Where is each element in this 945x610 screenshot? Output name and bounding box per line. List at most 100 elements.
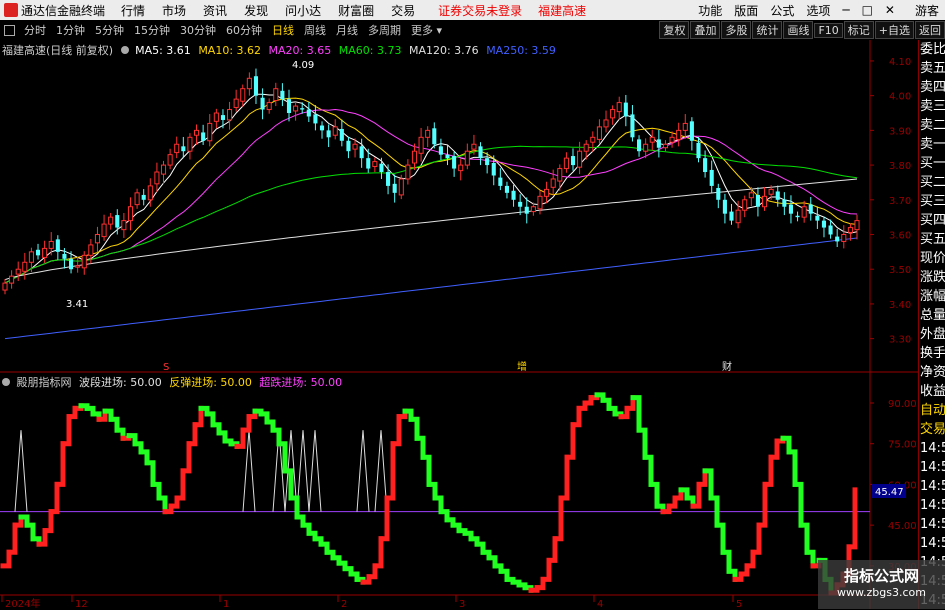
quote-panel-item: 涨幅 bbox=[920, 289, 945, 304]
candle-body bbox=[346, 140, 351, 152]
price-tick-label: 3.40 bbox=[889, 300, 911, 311]
event-mark-increase[interactable]: 增 bbox=[517, 360, 527, 373]
close-icon[interactable]: ✕ bbox=[885, 3, 895, 17]
candle-body bbox=[127, 206, 134, 222]
quote-panel-item: 买三 bbox=[920, 194, 945, 209]
indicator-tick-label: 45.00 bbox=[888, 521, 917, 532]
event-mark-finance[interactable]: 财 bbox=[722, 360, 732, 373]
indicator-menu-icon[interactable] bbox=[120, 46, 129, 54]
menu-item-discover[interactable]: 发现 bbox=[244, 2, 268, 19]
adjust-button[interactable]: 复权 bbox=[659, 21, 690, 39]
price-tick-label: 3.30 bbox=[889, 335, 911, 346]
period-tab-more[interactable]: 更多 ▾ bbox=[409, 22, 444, 38]
candle-body bbox=[623, 102, 628, 117]
restore-icon[interactable]: □ bbox=[862, 3, 873, 17]
quote-panel-item: 自动 bbox=[920, 403, 945, 418]
candle-body bbox=[366, 158, 371, 169]
menu-item-quotes[interactable]: 行情 bbox=[121, 2, 145, 19]
menu-item-formula[interactable]: 公式 bbox=[770, 2, 794, 19]
period-tab-multi[interactable]: 多周期 bbox=[366, 22, 403, 38]
current-value-box: 45.47 bbox=[872, 484, 906, 498]
back-button[interactable]: 返回 bbox=[915, 21, 945, 39]
candle-body bbox=[213, 112, 219, 122]
indicator-step bbox=[786, 449, 798, 487]
chart-area[interactable]: 3.30 3.40 3.50 3.60 3.70 3.80 3.90 4.00 4.10 4.0… bbox=[0, 40, 918, 609]
period-tab-60min[interactable]: 60分钟 bbox=[224, 22, 264, 38]
indicator-step bbox=[714, 522, 726, 555]
candle-body bbox=[141, 194, 146, 200]
menu-item-options[interactable]: 选项 bbox=[806, 2, 830, 19]
candle-body bbox=[9, 275, 15, 284]
indicator-step bbox=[636, 427, 648, 460]
price-tick-label: 3.70 bbox=[889, 196, 911, 207]
quote-panel-item: 卖四 bbox=[920, 80, 945, 95]
f10-button[interactable]: F10 bbox=[814, 22, 843, 38]
candle-body bbox=[266, 102, 272, 111]
app-title: 通达信金融终端 bbox=[21, 3, 106, 18]
candle-body bbox=[583, 143, 589, 152]
statistics-button[interactable]: 统计 bbox=[752, 21, 783, 39]
sub-indicator-menu-icon[interactable] bbox=[2, 378, 10, 386]
menu-item-wealth-circle[interactable]: 财富圈 bbox=[338, 2, 374, 19]
candle-body bbox=[577, 150, 583, 168]
quote-panel-item: 现价 bbox=[920, 251, 945, 266]
login-notice[interactable]: 证券交易未登录 bbox=[438, 2, 522, 19]
multi-stock-button[interactable]: 多股 bbox=[721, 21, 752, 39]
candle-body bbox=[821, 220, 827, 228]
quote-panel-item: 卖一 bbox=[920, 137, 945, 152]
candle-body bbox=[233, 98, 239, 108]
candle-body bbox=[504, 185, 510, 193]
period-tab-5min[interactable]: 5分钟 bbox=[93, 22, 126, 38]
candle-body bbox=[518, 201, 523, 207]
indicator-step bbox=[174, 468, 186, 501]
period-tab-30min[interactable]: 30分钟 bbox=[178, 22, 218, 38]
candle-body bbox=[485, 158, 490, 166]
indicator-step bbox=[378, 495, 390, 542]
period-tab-15min[interactable]: 15分钟 bbox=[132, 22, 172, 38]
menu-item-trade[interactable]: 交易 bbox=[391, 2, 415, 19]
candle-body bbox=[610, 109, 616, 119]
draw-line-button[interactable]: 画线 bbox=[783, 21, 814, 39]
candle-body bbox=[359, 146, 364, 159]
candle-body bbox=[339, 128, 344, 141]
menu-item-ask[interactable]: 问小达 bbox=[285, 2, 321, 19]
menu-item-layout[interactable]: 版面 bbox=[734, 2, 758, 19]
period-tab-monthly[interactable]: 月线 bbox=[334, 22, 360, 38]
period-tab-1min[interactable]: 1分钟 bbox=[54, 22, 87, 38]
candle-body bbox=[669, 136, 675, 143]
add-watchlist-button[interactable]: +自选 bbox=[874, 21, 914, 39]
menu-item-function[interactable]: 功能 bbox=[698, 2, 722, 19]
event-mark-s[interactable]: S bbox=[163, 362, 169, 373]
quote-panel-item: 卖五 bbox=[920, 61, 945, 76]
candle-body bbox=[616, 102, 622, 113]
ma5-label: MA5: 3.61 bbox=[135, 44, 191, 57]
period-tab-daily[interactable]: 日线 bbox=[270, 22, 296, 38]
candle-body bbox=[160, 164, 167, 175]
candle-body bbox=[636, 139, 642, 152]
candle-body bbox=[28, 251, 34, 263]
candle-body bbox=[524, 206, 529, 214]
candle-body bbox=[75, 265, 81, 268]
overlay-button[interactable]: 叠加 bbox=[690, 21, 721, 39]
candle-body bbox=[458, 164, 464, 172]
period-tab-weekly[interactable]: 周线 bbox=[302, 22, 328, 38]
watermark: 指标公式网 www.zbgs3.com bbox=[818, 560, 945, 609]
chevron-down-icon: ▾ bbox=[436, 24, 443, 37]
menu-item-market[interactable]: 市场 bbox=[162, 2, 186, 19]
candle-body bbox=[273, 88, 279, 102]
period-tab-intraday[interactable]: 分时 bbox=[22, 22, 48, 38]
candle-body bbox=[253, 76, 259, 96]
guest-label[interactable]: 游客 bbox=[915, 2, 939, 19]
candle-body bbox=[452, 156, 457, 169]
candle-body bbox=[742, 199, 748, 211]
quote-panel-item: 外盘 bbox=[920, 327, 945, 342]
candle-body bbox=[801, 206, 807, 218]
toolbar-checkbox[interactable] bbox=[4, 24, 15, 36]
candle-body bbox=[207, 122, 213, 142]
candle-body bbox=[352, 143, 358, 150]
minimize-icon[interactable]: ─ bbox=[842, 3, 849, 17]
candle-body bbox=[544, 188, 550, 197]
indicator-step bbox=[60, 414, 72, 447]
menu-item-news[interactable]: 资讯 bbox=[203, 2, 227, 19]
mark-button[interactable]: 标记 bbox=[843, 21, 874, 39]
